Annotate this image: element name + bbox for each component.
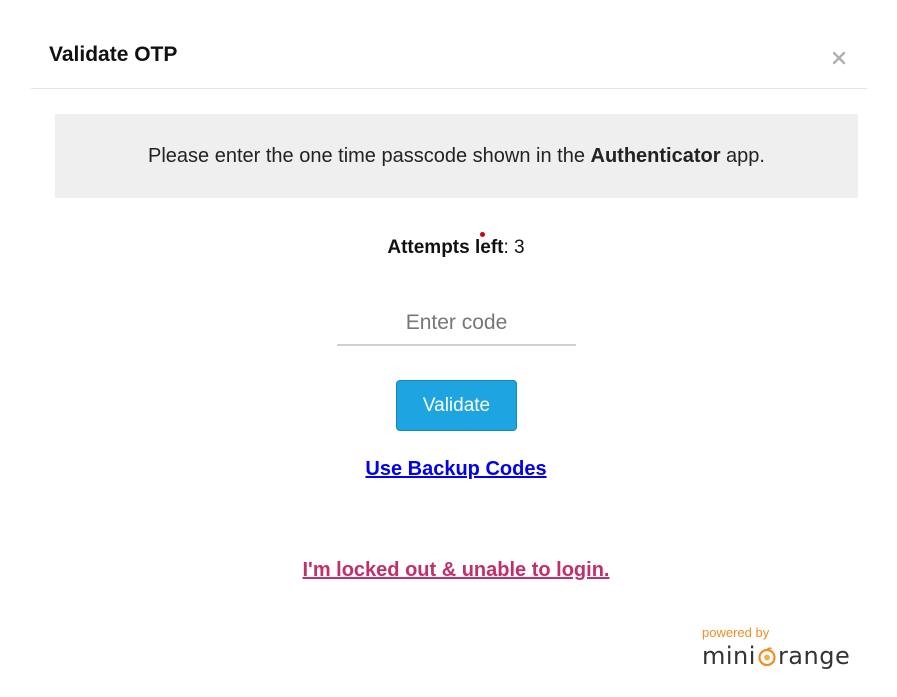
attempts-label: Attempts left [387, 237, 504, 258]
miniorange-logo: mini range [702, 644, 850, 668]
validate-button[interactable]: Validate [396, 380, 517, 431]
close-icon [832, 51, 846, 65]
locked-out-link[interactable]: I'm locked out & unable to login. [0, 559, 897, 582]
cursor-dot [480, 232, 485, 237]
close-button[interactable] [831, 50, 847, 66]
use-backup-codes-link[interactable]: Use Backup Codes [0, 458, 897, 481]
instruction-message: Please enter the one time passcode shown… [55, 114, 858, 198]
orange-logo-icon [757, 647, 777, 667]
brand-suffix: range [777, 642, 851, 670]
instruction-suffix: app. [720, 144, 765, 167]
otp-modal: Validate OTP Please enter the one time p… [0, 0, 897, 697]
powered-by-text: powered by [702, 625, 770, 640]
instruction-prefix: Please enter the one time passcode shown… [148, 144, 591, 167]
modal-header: Validate OTP [31, 0, 867, 89]
attempts-separator: : [503, 237, 515, 258]
attempts-left: Attempts left: 3 [0, 237, 897, 259]
modal-title: Validate OTP [49, 43, 178, 66]
attempts-count: 3 [514, 237, 525, 258]
otp-code-input[interactable] [337, 302, 576, 346]
authenticator-app-name: Authenticator [590, 144, 721, 167]
brand-prefix: mini [702, 642, 756, 670]
